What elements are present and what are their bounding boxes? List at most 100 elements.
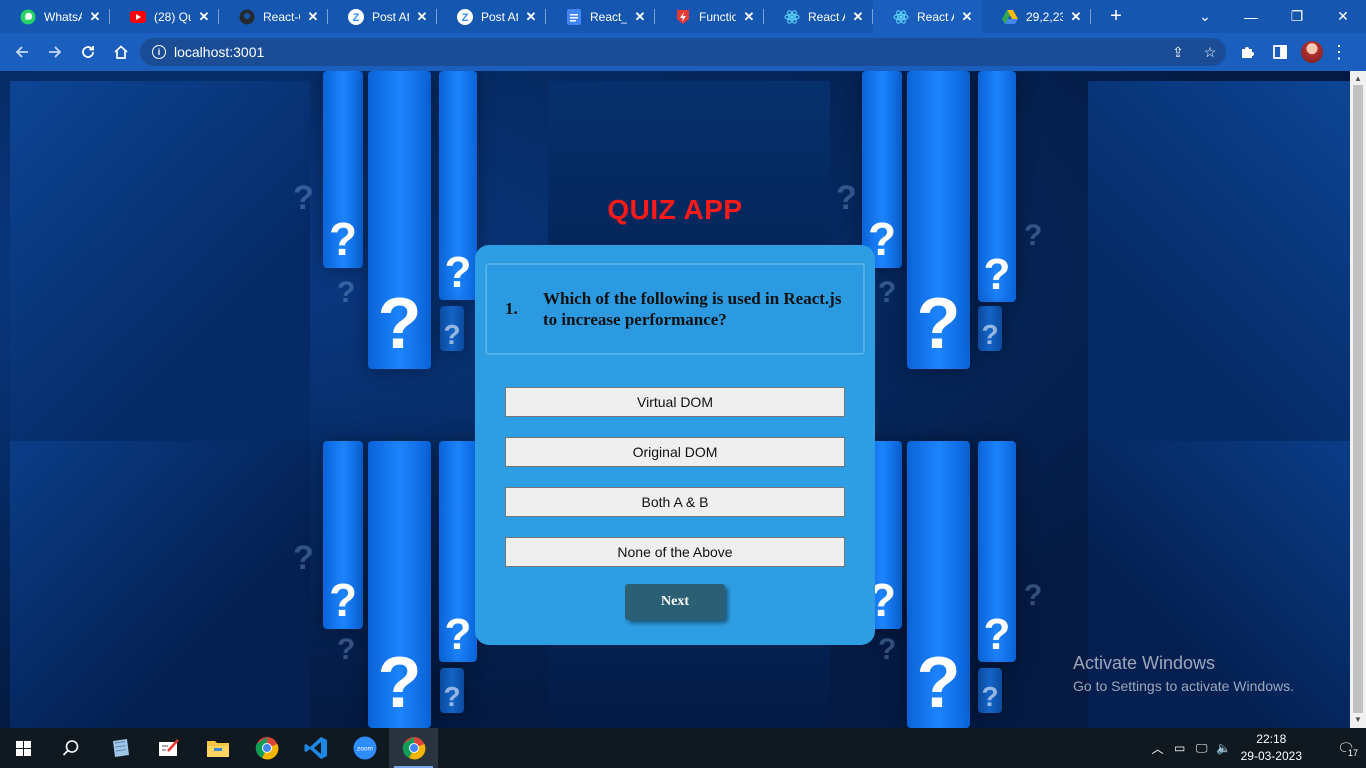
menu-dots-icon[interactable]: ⋮ [1323,36,1355,68]
activate-windows-watermark: Activate Windows Go to Settings to activ… [1073,653,1294,694]
taskbar-app-chrome[interactable] [242,728,291,768]
reload-button[interactable] [72,36,104,68]
bookmark-star-icon[interactable]: ☆ [1194,44,1226,61]
home-button[interactable] [105,36,137,68]
browser-tab-docs[interactable]: React_As ✕ [546,0,655,33]
svg-text:Z: Z [353,12,360,24]
vscode-icon [304,737,327,759]
close-icon[interactable]: ✕ [306,9,320,25]
browser-tab-github[interactable]: React-Q ✕ [219,0,328,33]
zoom-app-icon: zoom [353,736,376,760]
quiz-title: QUIZ APP [607,194,743,225]
question-card-decoration: ? [907,441,970,728]
clock-time: 22:18 [1256,732,1287,746]
question-card-decoration: ? [978,441,1016,662]
close-icon[interactable]: ✕ [851,9,865,25]
question-mark-icon: ? [878,633,897,666]
network-icon[interactable]: 🖵 [1191,741,1213,756]
new-tab-button[interactable]: + [1101,5,1131,28]
question-text: Which of the following is used in React.… [543,289,842,329]
taskbar-app-vscode[interactable] [291,728,340,768]
quiz-container: 1. Which of the following is used in Rea… [475,245,875,645]
extensions-puzzle-icon[interactable] [1232,36,1264,68]
minimize-button[interactable]: — [1228,9,1274,25]
close-icon[interactable]: ✕ [742,9,756,25]
chrome-icon [255,737,278,760]
browser-tab-whatsapp[interactable]: WhatsApp ✕ [0,0,110,33]
notification-center-button[interactable]: 🗨 17 [1326,740,1366,758]
next-button[interactable]: Next [625,584,725,620]
start-button[interactable] [0,728,46,768]
close-icon[interactable]: ✕ [88,9,102,25]
taskbar-app-snipping[interactable] [144,728,193,768]
scrollbar-thumb[interactable] [1353,85,1363,713]
zoom-icon: Z [348,8,364,25]
share-icon[interactable]: ⇪ [1162,44,1194,61]
docs-icon [566,8,582,25]
volume-icon[interactable]: 🔈 [1213,741,1235,755]
browser-toolbar: i localhost:3001 ⇪ ☆ ⋮ [0,33,1366,71]
folder-icon [206,741,229,757]
taskbar-app-zoom[interactable]: zoom [340,728,389,768]
info-icon[interactable]: i [152,45,166,59]
option-virtual-dom[interactable]: Virtual DOM [505,387,845,417]
question-mark-icon: ? [293,179,314,217]
background-panel [10,441,310,728]
taskbar-app-file-explorer[interactable] [193,728,242,768]
show-hidden-icons-chevron-icon[interactable]: ︿ [1147,740,1169,757]
side-panel-icon[interactable] [1264,36,1296,68]
browser-tab-function[interactable]: Function ✕ [655,0,764,33]
forward-button[interactable] [39,36,71,68]
option-none-of-the-above[interactable]: None of the Above [505,537,845,567]
restore-button[interactable]: ❐ [1274,8,1320,25]
windows-taskbar: zoom ︿ ▭ 🖵 🔈 22:18 29-03-2023 🗨 17 [0,728,1366,768]
snipping-tool-icon [158,739,179,756]
close-icon[interactable]: ✕ [415,9,429,25]
svg-text:Z: Z [462,12,469,24]
chrome-icon [402,737,425,760]
page-viewport: ? ? ? ? ? ? ? ? ? ? ? ? ? ? ? ? ? ? ? ? … [0,71,1350,728]
back-button[interactable] [6,36,38,68]
browser-tab-zoom-2[interactable]: Z Post Atte ✕ [437,0,546,33]
youtube-icon [130,9,146,25]
question-card-decoration: ? [978,71,1016,302]
notepad-icon [112,739,129,757]
page-scrollbar[interactable]: ▲ ▼ [1350,71,1366,728]
option-original-dom[interactable]: Original DOM [505,437,845,467]
close-icon[interactable]: ✕ [960,9,974,25]
whatsapp-icon [20,9,36,25]
profile-avatar[interactable] [1301,41,1323,63]
browser-tab-drive[interactable]: 29,2,23R ✕ [982,0,1091,33]
browser-tab-zoom-1[interactable]: Z Post Atte ✕ [328,0,437,33]
question-card-decoration: ? [978,668,1002,713]
question-card-decoration: ? [439,441,477,662]
search-button[interactable] [46,728,95,768]
address-bar[interactable]: i localhost:3001 ⇪ ☆ [140,38,1226,66]
close-icon[interactable]: ✕ [197,9,211,25]
search-icon [62,740,78,756]
taskbar-clock[interactable]: 22:18 29-03-2023 [1241,731,1302,765]
drive-icon [1002,9,1018,25]
zoom-icon: Z [457,8,473,25]
question-mark-icon: ? [878,276,897,309]
battery-icon[interactable]: ▭ [1169,741,1191,755]
question-number: 1. [505,299,518,318]
close-icon[interactable]: ✕ [1069,9,1083,25]
close-window-button[interactable]: ✕ [1320,8,1366,25]
svg-text:zoom: zoom [357,746,373,753]
close-icon[interactable]: ✕ [524,9,538,25]
windows-logo-icon [15,740,31,756]
background-panel [10,81,310,441]
taskbar-app-notepad[interactable] [95,728,144,768]
browser-tab-react-2-active[interactable]: React Ap ✕ [873,0,982,33]
browser-tab-react-1[interactable]: React Ap ✕ [764,0,873,33]
close-icon[interactable]: ✕ [633,9,647,25]
question-mark-icon: ? [1024,219,1043,252]
taskbar-app-chrome-active[interactable] [389,728,438,768]
tab-search-icon[interactable]: ⌄ [1182,8,1228,25]
option-both-a-b[interactable]: Both A & B [505,487,845,517]
question-card-decoration: ? [907,71,970,369]
scroll-down-arrow-icon[interactable]: ▼ [1354,715,1362,724]
scroll-up-arrow-icon[interactable]: ▲ [1354,74,1362,83]
browser-tab-youtube[interactable]: (28) Quiz ✕ [110,0,219,33]
